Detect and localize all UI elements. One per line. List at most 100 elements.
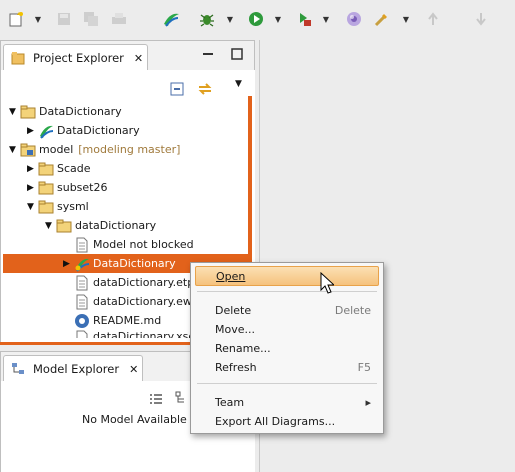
menu-separator — [197, 291, 377, 292]
menu-item-accelerator: Delete — [334, 303, 371, 317]
expand-right-icon[interactable]: ▶ — [25, 125, 36, 136]
markdown-file-icon — [74, 313, 90, 329]
expand-down-icon[interactable]: ▼ — [43, 220, 54, 231]
run-dropdown-arrow-icon[interactable]: ▼ — [273, 10, 283, 28]
menu-item-label: Team — [215, 395, 245, 409]
tree-item-label: sysml — [57, 200, 89, 213]
git-project-icon — [20, 142, 36, 158]
menu-item-accelerator: F5 — [357, 360, 371, 374]
scade-model-icon — [74, 256, 90, 272]
expand-down-icon[interactable]: ▼ — [25, 201, 36, 212]
menu-item-rename[interactable]: Rename... — [195, 338, 379, 358]
tree-item[interactable]: ▼ model [modeling master] — [7, 140, 180, 159]
menu-item-label: Open — [216, 269, 246, 283]
menu-item-label: Rename... — [215, 341, 271, 355]
tree-item[interactable]: ▶ DataDictionary — [25, 121, 140, 140]
tree-item[interactable]: ▶ subset26 — [25, 178, 108, 197]
tree-item-label: dataDictionary.etp — [93, 276, 195, 289]
minimize-icon[interactable] — [201, 47, 215, 61]
file-icon — [74, 237, 90, 253]
context-menu: Open Delete Delete Move... Rename... Ref… — [190, 262, 384, 434]
tree-item[interactable]: dataDictionary.etp — [61, 273, 194, 292]
tree-item[interactable]: dataDictionary.ewd — [61, 292, 199, 311]
run-icon[interactable] — [246, 8, 266, 30]
folder-icon — [56, 218, 72, 234]
menu-separator — [197, 383, 377, 384]
tree-item[interactable]: ▼ DataDictionary — [7, 102, 122, 121]
close-icon[interactable]: ✕ — [134, 52, 143, 65]
main-toolbar: ▼ ▼ ▼ ▼ ▼ — [0, 0, 515, 38]
menu-item-export-all-diagrams[interactable]: Export All Diagrams... — [195, 411, 379, 431]
tree-item-label: Scade — [57, 162, 91, 175]
project-explorer-tabbar: Project Explorer ✕ — [0, 40, 255, 71]
expand-down-icon[interactable]: ▼ — [7, 144, 18, 155]
view-menu-icon[interactable]: ▼ — [235, 79, 242, 89]
tree-item[interactable]: ▶ Scade — [25, 159, 91, 178]
expand-right-icon[interactable]: ▶ — [25, 163, 36, 174]
tab-model-explorer[interactable]: Model Explorer ✕ — [3, 355, 144, 382]
tool-dropdown-arrow-icon[interactable]: ▼ — [401, 10, 411, 28]
menu-item-label: Move... — [215, 322, 255, 336]
tree-item-label: model — [39, 143, 74, 156]
no-model-text: No Model Available — [82, 413, 187, 426]
maximize-icon[interactable] — [230, 47, 244, 61]
debug-icon[interactable] — [197, 8, 217, 30]
model-explorer-tab-label: Model Explorer — [33, 362, 120, 376]
globe-icon[interactable] — [344, 8, 364, 30]
menu-item-label: Delete — [215, 303, 252, 317]
forward-icon[interactable] — [472, 8, 490, 30]
save-all-icon[interactable] — [82, 8, 100, 30]
folder-icon — [38, 180, 54, 196]
expand-right-icon[interactable]: ▶ — [61, 258, 72, 269]
menu-item-team[interactable]: Team ▸ — [195, 392, 379, 412]
print-icon[interactable] — [110, 8, 128, 30]
tree-item[interactable]: ▼ sysml — [25, 197, 89, 216]
git-branch-decoration: [modeling master] — [78, 143, 181, 156]
save-icon[interactable] — [55, 8, 73, 30]
link-with-editor-icon[interactable] — [197, 81, 213, 100]
expand-right-icon[interactable]: ▶ — [25, 182, 36, 193]
collapse-all-icon[interactable] — [170, 82, 184, 99]
debug-dropdown-arrow-icon[interactable]: ▼ — [225, 10, 235, 28]
tree-item-label: subset26 — [57, 181, 108, 194]
mouse-cursor-icon — [320, 271, 336, 297]
file-icon — [74, 294, 90, 310]
submenu-arrow-icon: ▸ — [365, 395, 371, 409]
menu-item-label: Export All Diagrams... — [215, 414, 336, 428]
file-icon — [74, 330, 90, 338]
tool-icon[interactable] — [372, 8, 392, 30]
scade-model-icon — [38, 123, 54, 139]
tree-view-icon[interactable] — [175, 391, 189, 408]
menu-item-label: Refresh — [215, 360, 257, 374]
tree-item-label: DataDictionary — [39, 105, 122, 118]
tree-item[interactable]: README.md — [61, 311, 161, 330]
tree-item-label: README.md — [93, 314, 162, 327]
folder-icon — [38, 161, 54, 177]
tree-item-label: DataDictionary — [57, 124, 140, 137]
menu-item-refresh[interactable]: Refresh F5 — [195, 357, 379, 377]
tab-project-explorer[interactable]: Project Explorer ✕ — [3, 44, 149, 71]
model-explorer-icon — [10, 361, 26, 377]
tree-item-label: dataDictionary — [75, 219, 157, 232]
external-tools-dropdown-arrow-icon[interactable]: ▼ — [321, 10, 331, 28]
menu-item-open[interactable]: Open — [195, 266, 379, 286]
tree-item-label: DataDictionary — [93, 257, 176, 270]
project-explorer-tab-label: Project Explorer — [33, 51, 124, 65]
tree-item[interactable]: Model not blocked — [61, 235, 194, 254]
new-wizard-icon[interactable] — [6, 8, 26, 30]
scade-icon[interactable] — [160, 8, 182, 30]
back-icon[interactable] — [424, 8, 442, 30]
project-explorer-icon — [10, 50, 26, 66]
tree-item-label: dataDictionary.ewd — [93, 295, 199, 308]
new-dropdown-arrow-icon[interactable]: ▼ — [33, 10, 43, 28]
tree-item-label: Model not blocked — [93, 238, 194, 251]
close-icon[interactable]: ✕ — [129, 363, 138, 376]
menu-item-delete[interactable]: Delete Delete — [195, 300, 379, 320]
menu-item-move[interactable]: Move... — [195, 319, 379, 339]
list-view-icon[interactable] — [149, 392, 163, 409]
project-folder-icon — [20, 104, 36, 120]
external-tools-icon[interactable] — [294, 8, 314, 30]
file-icon — [74, 275, 90, 291]
tree-item[interactable]: ▼ dataDictionary — [43, 216, 156, 235]
expand-down-icon[interactable]: ▼ — [7, 106, 18, 117]
